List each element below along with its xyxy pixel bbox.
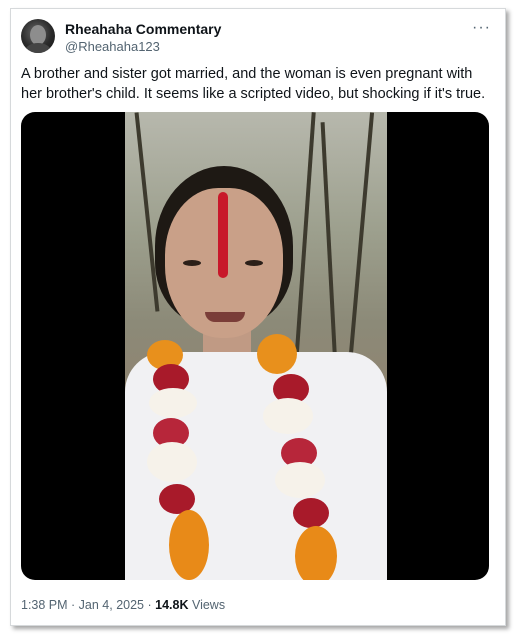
views-label: Views bbox=[188, 598, 226, 612]
avatar-shoulder-shape bbox=[25, 43, 51, 53]
meta-separator: · bbox=[144, 598, 156, 612]
background-tree bbox=[294, 112, 316, 362]
garland-flower bbox=[147, 442, 197, 482]
garland-flower bbox=[149, 388, 197, 418]
tweet-text: A brother and sister got married, and th… bbox=[21, 66, 486, 102]
person-eye-left bbox=[183, 260, 201, 266]
person-eye-right bbox=[245, 260, 263, 266]
forehead-tilak bbox=[218, 192, 228, 278]
person-mouth bbox=[205, 312, 245, 322]
tweet-video[interactable] bbox=[21, 112, 489, 580]
garland-flower bbox=[295, 526, 337, 580]
tweet-time[interactable]: 1:38 PM bbox=[21, 598, 68, 612]
more-options-icon[interactable]: ··· bbox=[472, 19, 491, 37]
garland-flower bbox=[293, 498, 329, 528]
video-frame bbox=[125, 112, 387, 580]
tweet-date[interactable]: Jan 4, 2025 bbox=[79, 598, 144, 612]
tweet-header: Rheahaha Commentary @Rheahaha123 ··· bbox=[21, 17, 495, 61]
author-avatar[interactable] bbox=[21, 19, 55, 53]
tweet-metadata: 1:38 PM · Jan 4, 2025 · 14.8K Views bbox=[21, 598, 225, 612]
background-tree bbox=[134, 112, 160, 312]
views-count: 14.8K bbox=[155, 598, 189, 612]
meta-separator: · bbox=[67, 598, 79, 612]
garland-flower bbox=[169, 510, 209, 580]
garland-flower bbox=[263, 398, 313, 434]
garland-flower bbox=[275, 462, 325, 498]
tweet-card: Rheahaha Commentary @Rheahaha123 ··· A b… bbox=[10, 8, 506, 626]
author-name[interactable]: Rheahaha Commentary bbox=[65, 21, 221, 37]
author-handle[interactable]: @Rheahaha123 bbox=[65, 39, 160, 54]
garland-flower bbox=[257, 334, 297, 374]
avatar-face-shape bbox=[30, 25, 46, 45]
